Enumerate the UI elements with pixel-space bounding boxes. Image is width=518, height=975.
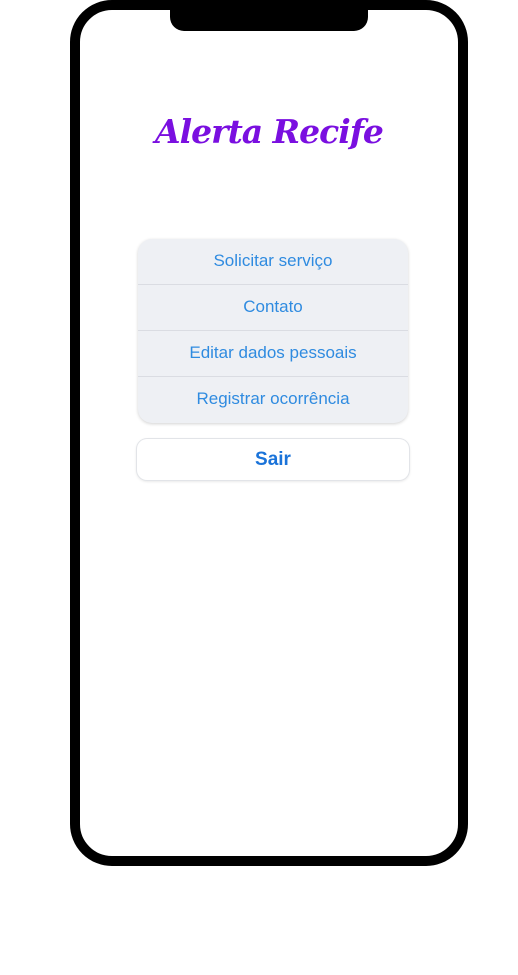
main-menu: Solicitar serviço Contato Editar dados p… (138, 239, 408, 423)
menu-item-editar-dados-pessoais[interactable]: Editar dados pessoais (138, 331, 408, 377)
menu-item-contato[interactable]: Contato (138, 285, 408, 331)
phone-frame: Alerta Recife Solicitar serviço Contato … (70, 0, 468, 866)
logout-button[interactable]: Sair (137, 439, 409, 480)
app-title: Alerta Recife (155, 112, 384, 151)
phone-notch (170, 0, 368, 31)
menu-item-solicitar-servico[interactable]: Solicitar serviço (138, 239, 408, 285)
menu-item-registrar-ocorrencia[interactable]: Registrar ocorrência (138, 377, 408, 423)
